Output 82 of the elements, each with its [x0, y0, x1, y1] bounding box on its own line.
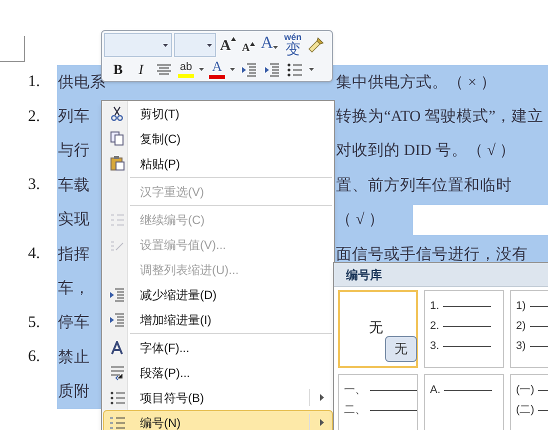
grow-font-button[interactable]: A	[218, 35, 238, 55]
list-marker: 1)	[516, 300, 526, 312]
list-marker: 3.	[430, 340, 440, 352]
paragraph-text: 面信号或手信号进行，没有	[336, 244, 528, 265]
list-marker: 二、	[344, 404, 366, 416]
list-number: 1.	[28, 73, 40, 90]
numbering-option[interactable]: 1. 2. 3.	[424, 290, 504, 368]
paragraph-text: 集中供电方式。（ × ）	[336, 72, 496, 93]
list-marker: 一、	[344, 384, 366, 396]
font-color-button[interactable]: A	[208, 60, 226, 80]
paragraph-text: 停车	[57, 313, 90, 334]
font-size-field[interactable]	[174, 33, 216, 57]
clipboard-icon	[108, 155, 126, 172]
dropdown-arrow-icon[interactable]	[308, 68, 315, 71]
bold-button[interactable]: B	[108, 60, 128, 80]
paragraph-text: 置、前方列车位置和临时	[336, 176, 512, 196]
brush-icon	[306, 36, 325, 54]
list-number: 5.	[28, 314, 40, 331]
paragraph-text: 转换为“ATO 驾驶模式”，建立	[336, 106, 544, 127]
menu-item[interactable]: 减少缩进量(D)	[103, 282, 333, 307]
font-icon	[110, 340, 124, 354]
dropdown-arrow-icon[interactable]	[198, 68, 205, 71]
text-highlight-button[interactable]: ab	[177, 60, 195, 80]
option-label: 无	[369, 318, 383, 337]
dropdown-arrow-icon[interactable]	[229, 68, 236, 71]
menu-item[interactable]: 段落(P)...	[103, 360, 333, 385]
font-name-field[interactable]	[104, 33, 172, 57]
list-marker: (二)	[516, 404, 534, 416]
paragraph-icon	[108, 364, 126, 381]
decrease-indent-icon	[108, 286, 126, 303]
paragraph-text: （ √ ）	[336, 210, 384, 230]
library-header: 编号库	[334, 263, 548, 287]
caret-up-icon	[250, 42, 255, 46]
paragraph-text: 指挥	[57, 244, 90, 265]
list-marker: 2)	[516, 320, 526, 332]
list-marker: (一)	[516, 384, 534, 396]
list-number: 2.	[28, 108, 40, 125]
list-marker: 1.	[430, 300, 440, 312]
text-effects-button[interactable]: A	[258, 35, 280, 55]
dropdown-arrow-icon	[207, 44, 212, 46]
phonetic-guide-button[interactable]: wén 变	[282, 33, 304, 57]
numbering-option[interactable]: 1) 2) 3)	[510, 290, 548, 368]
caret-up-icon	[230, 37, 236, 41]
paragraph-text: 禁止	[57, 348, 90, 368]
menu-item[interactable]: 复制(C)	[103, 126, 333, 151]
menu-item[interactable]: 剪切(T)	[103, 101, 333, 126]
paragraph-text: 对收到的 DID 号。（ √ ）	[336, 141, 516, 162]
paragraph-text: 与行	[57, 141, 90, 162]
numbering-option[interactable]: 一、 二、	[338, 374, 418, 430]
list-number: 3.	[28, 176, 40, 194]
dropdown-arrow-icon	[273, 46, 278, 49]
paragraph-text: 质附	[57, 382, 90, 402]
numbering-option[interactable]: 无 无	[338, 290, 418, 368]
paragraph-text: 车载	[57, 176, 90, 196]
increase-indent-icon	[108, 311, 126, 328]
paragraph-text: 实现	[57, 210, 90, 230]
menu-item[interactable]: 增加缩进量(I)	[103, 307, 333, 332]
list-marker: A.	[430, 384, 440, 396]
menu-item[interactable]: 字体(F)...	[103, 335, 333, 360]
shrink-font-button[interactable]: A	[240, 35, 257, 55]
decrease-indent-icon	[240, 60, 258, 78]
list-number: 4.	[28, 245, 40, 262]
tooltip: 无	[385, 336, 417, 362]
paragraph-text: 列车	[57, 106, 90, 127]
margin-corner-mark	[0, 36, 25, 62]
list-marker: 2.	[430, 320, 440, 332]
copy-icon	[108, 130, 126, 147]
paragraph-text: 车，	[57, 278, 90, 299]
numbering-option[interactable]: (一) (二)	[510, 374, 548, 430]
increase-indent-icon	[263, 60, 281, 78]
dropdown-arrow-icon	[163, 44, 168, 46]
list-number: 6.	[28, 348, 40, 366]
menu-item[interactable]: 项目符号(B)	[103, 385, 333, 410]
menu-item[interactable]: 编号(N)	[103, 410, 333, 430]
format-painter-button[interactable]	[306, 36, 326, 54]
italic-button[interactable]: I	[131, 60, 151, 80]
menu-item[interactable]: 粘贴(P)	[103, 151, 333, 176]
list-marker: 3)	[516, 340, 526, 352]
numbering-option[interactable]: A.	[424, 374, 504, 430]
scissors-icon	[108, 105, 126, 122]
bullet-list-icon	[286, 60, 304, 78]
bullet-list-icon	[108, 389, 126, 406]
